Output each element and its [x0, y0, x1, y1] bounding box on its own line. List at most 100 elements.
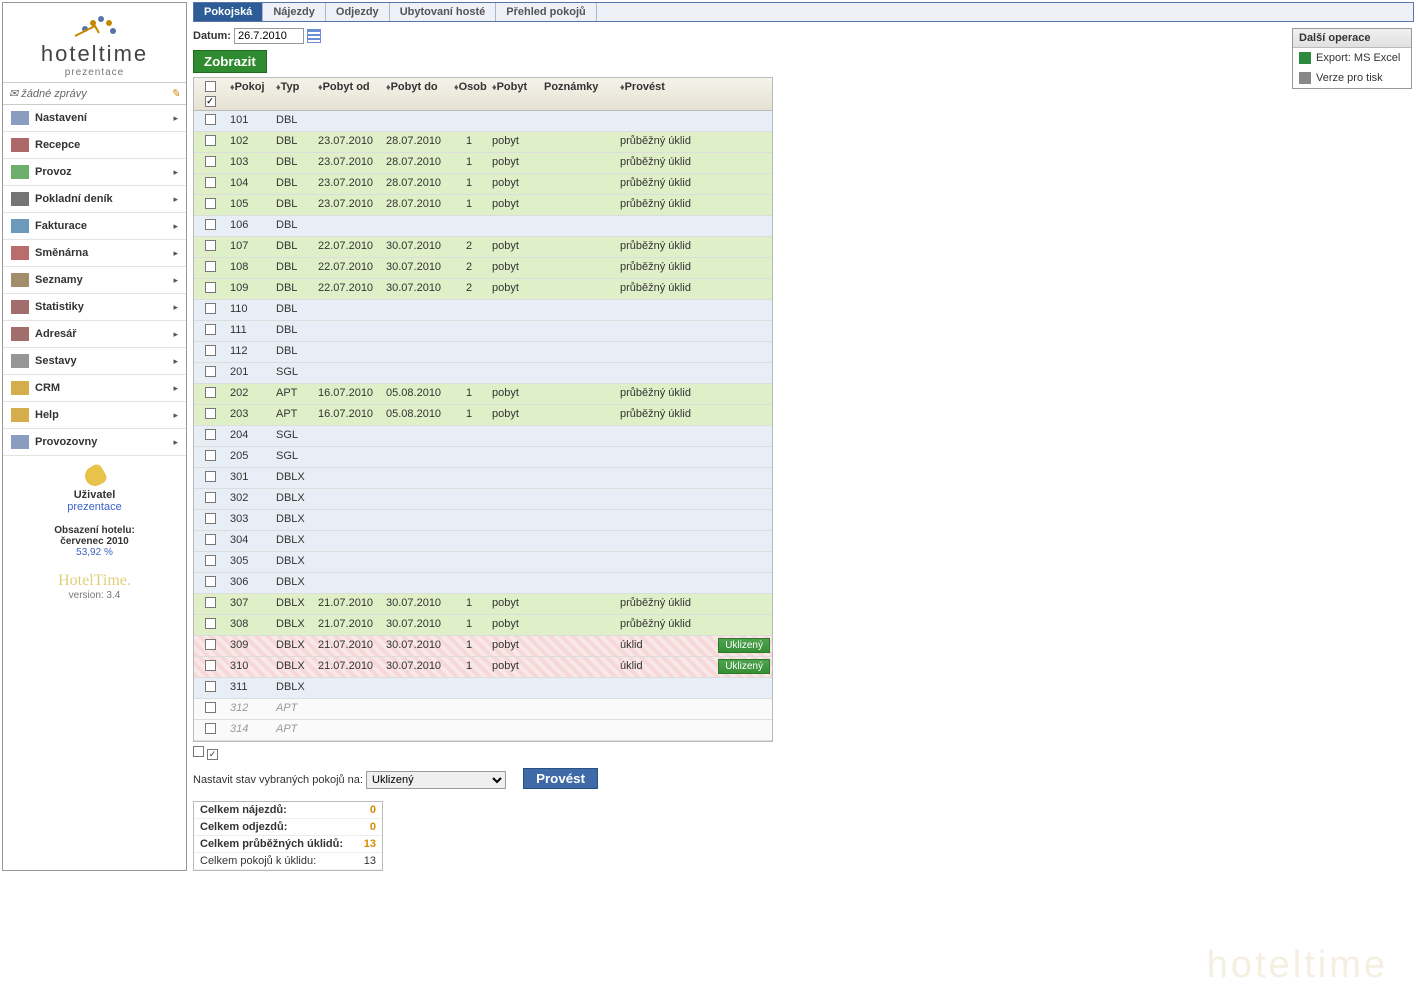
cell-pokoj: 204	[226, 426, 272, 446]
user-block: Uživatel prezentace	[3, 456, 186, 519]
row-checkbox[interactable]	[205, 240, 216, 251]
row-checkbox[interactable]	[205, 555, 216, 566]
row-checkbox[interactable]	[205, 135, 216, 146]
status-label: Nastavit stav vybraných pokojů na:	[193, 774, 363, 786]
row-checkbox[interactable]	[205, 513, 216, 524]
tab-n-jezdy[interactable]: Nájezdy	[263, 3, 326, 21]
header-osob[interactable]: ♦Osob	[450, 78, 488, 110]
summary-value: 0	[370, 821, 376, 833]
chevron-right-icon: ▸	[173, 383, 178, 394]
export-excel-link[interactable]: Export: MS Excel	[1293, 48, 1411, 68]
footer-select-all-checkbox[interactable]	[207, 749, 218, 760]
row-checkbox[interactable]	[205, 282, 216, 293]
cell-poznamky	[540, 405, 616, 425]
cell-pobyt	[488, 699, 540, 719]
row-checkbox[interactable]	[205, 156, 216, 167]
nav-item-statistiky[interactable]: Statistiky▸	[3, 294, 186, 321]
cell-pobyt: pobyt	[488, 405, 540, 425]
cell-osob	[450, 111, 488, 131]
row-checkbox[interactable]	[205, 576, 216, 587]
row-checkbox[interactable]	[205, 366, 216, 377]
nav-item-recepce[interactable]: Recepce	[3, 132, 186, 159]
cell-poznamky	[540, 132, 616, 152]
date-input[interactable]	[234, 28, 304, 44]
cell-do: 30.07.2010	[382, 657, 450, 677]
chevron-right-icon: ▸	[173, 329, 178, 340]
header-provest[interactable]: ♦Provést	[616, 78, 772, 110]
header-pobyt-do[interactable]: ♦Pobyt do	[382, 78, 450, 110]
footer-select-none-checkbox[interactable]	[193, 746, 204, 757]
row-checkbox[interactable]	[205, 660, 216, 671]
cell-pobyt	[488, 300, 540, 320]
row-checkbox[interactable]	[205, 723, 216, 734]
nav-item-provozovny[interactable]: Provozovny▸	[3, 429, 186, 456]
row-checkbox[interactable]	[205, 450, 216, 461]
row-checkbox[interactable]	[205, 303, 216, 314]
tab-odjezdy[interactable]: Odjezdy	[326, 3, 390, 21]
nav-label: Pokladní deník	[35, 193, 113, 205]
header-pokoj[interactable]: ♦Pokoj	[226, 78, 272, 110]
row-checkbox[interactable]	[205, 618, 216, 629]
row-checkbox[interactable]	[205, 177, 216, 188]
row-checkbox[interactable]	[205, 324, 216, 335]
header-pobyt[interactable]: ♦Pobyt	[488, 78, 540, 110]
row-checkbox[interactable]	[205, 198, 216, 209]
nav-item-pokladn-den-k[interactable]: Pokladní deník▸	[3, 186, 186, 213]
row-checkbox[interactable]	[205, 219, 216, 230]
cell-pobyt	[488, 531, 540, 551]
nav-item-sm-n-rna[interactable]: Směnárna▸	[3, 240, 186, 267]
row-checkbox[interactable]	[205, 345, 216, 356]
cell-od: 23.07.2010	[314, 174, 382, 194]
header-pobyt-od[interactable]: ♦Pobyt od	[314, 78, 382, 110]
row-checkbox[interactable]	[205, 387, 216, 398]
cell-osob	[450, 531, 488, 551]
nav-item-crm[interactable]: CRM▸	[3, 375, 186, 402]
row-checkbox[interactable]	[205, 639, 216, 650]
header-typ[interactable]: ♦Typ	[272, 78, 314, 110]
edit-icon[interactable]: ✎	[171, 87, 180, 100]
nav-item-help[interactable]: Help▸	[3, 402, 186, 429]
row-checkbox[interactable]	[205, 702, 216, 713]
nav-item-nastaven-[interactable]: Nastavení▸	[3, 105, 186, 132]
cell-pokoj: 205	[226, 447, 272, 467]
cell-poznamky	[540, 342, 616, 362]
print-version-link[interactable]: Verze pro tisk	[1293, 68, 1411, 88]
table-row: 204SGL	[194, 426, 772, 447]
calendar-icon[interactable]	[307, 29, 321, 43]
cell-od: 23.07.2010	[314, 132, 382, 152]
nav-item-sestavy[interactable]: Sestavy▸	[3, 348, 186, 375]
row-checkbox[interactable]	[205, 261, 216, 272]
cell-pobyt: pobyt	[488, 279, 540, 299]
row-checkbox[interactable]	[205, 534, 216, 545]
row-checkbox[interactable]	[205, 681, 216, 692]
row-checkbox[interactable]	[205, 492, 216, 503]
cell-pokoj: 112	[226, 342, 272, 362]
user-name[interactable]: prezentace	[67, 501, 121, 513]
table-row: 310DBLX21.07.201030.07.20101pobytúklidUk…	[194, 657, 772, 678]
tab-ubytovan-host-[interactable]: Ubytovaní hosté	[390, 3, 497, 21]
row-checkbox[interactable]	[205, 471, 216, 482]
sidebar: hoteltime prezentace ✉ žádné zprávy ✎ Na…	[2, 2, 187, 871]
row-checkbox[interactable]	[205, 597, 216, 608]
provest-button[interactable]: Provést	[523, 768, 598, 789]
nav-item-seznamy[interactable]: Seznamy▸	[3, 267, 186, 294]
nav-item-fakturace[interactable]: Fakturace▸	[3, 213, 186, 240]
tab-p-ehled-pokoj-[interactable]: Přehled pokojů	[496, 3, 596, 21]
uklizeny-button[interactable]: Uklizený	[718, 638, 770, 653]
select-none-checkbox[interactable]	[205, 81, 216, 92]
show-button[interactable]: Zobrazit	[193, 50, 267, 73]
row-checkbox[interactable]	[205, 429, 216, 440]
row-checkbox[interactable]	[205, 114, 216, 125]
operations-title: Další operace	[1293, 29, 1411, 48]
occupancy-pct[interactable]: 53,92 %	[3, 547, 186, 558]
tab-pokojsk-[interactable]: Pokojská	[194, 3, 263, 21]
status-select[interactable]: Uklizený	[366, 771, 506, 789]
uklizeny-button[interactable]: Uklizený	[718, 659, 770, 674]
cell-typ: DBL	[272, 342, 314, 362]
nav-item-provoz[interactable]: Provoz▸	[3, 159, 186, 186]
nav-item-adres-[interactable]: Adresář▸	[3, 321, 186, 348]
select-all-checkbox[interactable]	[205, 96, 216, 107]
cell-typ: DBL	[272, 258, 314, 278]
messages-bar[interactable]: ✉ žádné zprávy ✎	[3, 83, 186, 105]
row-checkbox[interactable]	[205, 408, 216, 419]
